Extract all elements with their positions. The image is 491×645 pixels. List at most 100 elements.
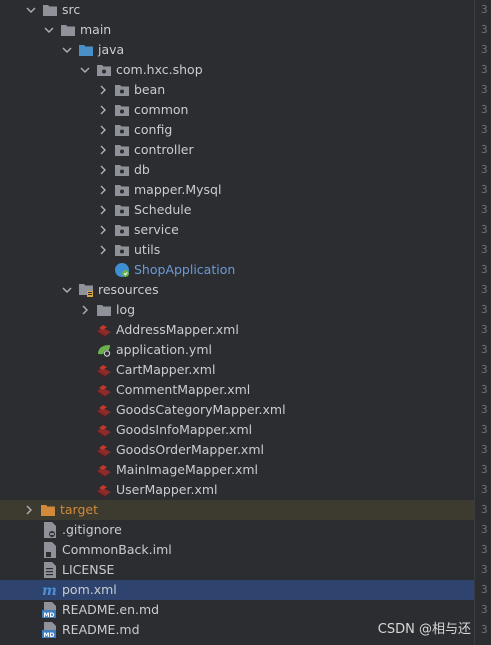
- gutter-digit: 3: [481, 323, 488, 336]
- tree-row-package-item[interactable]: Schedule: [0, 200, 474, 220]
- right-gutter: 3 3 3 3 3 3 3 3 3 3 3 3 3 3 3 3 3 3 3 3 …: [474, 0, 491, 645]
- tree-row-file[interactable]: GoodsCategoryMapper.xml: [0, 400, 474, 420]
- chevron-right-icon[interactable]: [96, 200, 110, 220]
- tree-row-package-item[interactable]: db: [0, 160, 474, 180]
- tree-row-file[interactable]: GoodsInfoMapper.xml: [0, 420, 474, 440]
- chevron-down-icon[interactable]: [24, 0, 38, 20]
- tree-row-file[interactable]: CommentMapper.xml: [0, 380, 474, 400]
- package-icon: [114, 122, 130, 138]
- tree-row-package[interactable]: com.hxc.shop: [0, 60, 474, 80]
- package-label: controller: [134, 142, 194, 157]
- chevron-right-icon[interactable]: [96, 140, 110, 160]
- gutter-digit: 3: [481, 123, 488, 136]
- chevron-right-icon[interactable]: [96, 100, 110, 120]
- gutter-digit: 3: [481, 203, 488, 216]
- gutter-digit: 3: [481, 423, 488, 436]
- gutter-digit: 3: [481, 583, 488, 596]
- gutter-digit: 3: [481, 403, 488, 416]
- file-label: LICENSE: [62, 562, 115, 577]
- chevron-right-icon[interactable]: [22, 500, 36, 520]
- folder-label: main: [80, 22, 112, 37]
- package-icon: [114, 142, 130, 158]
- gutter-digit: 3: [481, 443, 488, 456]
- chevron-right-icon[interactable]: [96, 180, 110, 200]
- chevron-down-icon[interactable]: [60, 280, 74, 300]
- xml-file-icon: [96, 422, 112, 438]
- tree-row-resources[interactable]: resources: [0, 280, 474, 300]
- chevron-down-icon[interactable]: [78, 60, 92, 80]
- yml-file-icon: [96, 342, 112, 358]
- tree-row-package-item[interactable]: bean: [0, 80, 474, 100]
- xml-file-icon: [96, 482, 112, 498]
- maven-icon: m: [42, 582, 58, 598]
- package-icon: [96, 62, 112, 78]
- gutter-digit: 3: [481, 563, 488, 576]
- ignore-file-icon: [42, 522, 58, 538]
- file-label: README.en.md: [62, 602, 160, 617]
- tree-row-package-item[interactable]: controller: [0, 140, 474, 160]
- package-label: com.hxc.shop: [116, 62, 203, 77]
- chevron-right-icon[interactable]: [96, 80, 110, 100]
- tree-row-main[interactable]: main: [0, 20, 474, 40]
- chevron-right-icon[interactable]: [96, 160, 110, 180]
- gutter-digit: 3: [481, 3, 488, 16]
- gutter-digit: 3: [481, 223, 488, 236]
- chevron-right-icon[interactable]: [96, 120, 110, 140]
- package-label: utils: [134, 242, 161, 257]
- gutter-digit: 3: [481, 623, 488, 636]
- svg-text:MD: MD: [44, 632, 55, 638]
- gutter-digit: 3: [481, 543, 488, 556]
- folder-label: log: [116, 302, 136, 317]
- project-tree: src main java com.hxc.shop bean common c…: [0, 0, 474, 645]
- xml-file-icon: [96, 382, 112, 398]
- file-label: CartMapper.xml: [116, 362, 216, 377]
- svg-text:MD: MD: [44, 612, 55, 618]
- tree-row-file[interactable]: LICENSE: [0, 560, 474, 580]
- tree-row-package-item[interactable]: utils: [0, 240, 474, 260]
- tree-row-file[interactable]: UserMapper.xml: [0, 480, 474, 500]
- tree-row-package-item[interactable]: service: [0, 220, 474, 240]
- file-label: GoodsOrderMapper.xml: [116, 442, 264, 457]
- tree-row-package-item[interactable]: common: [0, 100, 474, 120]
- tree-row-package-item[interactable]: config: [0, 120, 474, 140]
- tree-row-file[interactable]: MainImageMapper.xml: [0, 460, 474, 480]
- tree-row-file[interactable]: CommonBack.iml: [0, 540, 474, 560]
- chevron-down-icon[interactable]: [60, 40, 74, 60]
- gutter-digit: 3: [481, 83, 488, 96]
- folder-icon: [40, 502, 56, 518]
- tree-row-file[interactable]: AddressMapper.xml: [0, 320, 474, 340]
- tree-row-src[interactable]: src: [0, 0, 474, 20]
- tree-row-package-item[interactable]: mapper.Mysql: [0, 180, 474, 200]
- xml-file-icon: [96, 362, 112, 378]
- chevron-down-icon[interactable]: [42, 20, 56, 40]
- tree-row-file[interactable]: CartMapper.xml: [0, 360, 474, 380]
- chevron-right-icon[interactable]: [96, 220, 110, 240]
- tree-row-java[interactable]: java: [0, 40, 474, 60]
- file-label: CommentMapper.xml: [116, 382, 251, 397]
- package-label: service: [134, 222, 179, 237]
- tree-row-file-selected[interactable]: m pom.xml: [0, 580, 474, 600]
- file-label: CommonBack.iml: [62, 542, 172, 557]
- file-label: MainImageMapper.xml: [116, 462, 259, 477]
- tree-row-file[interactable]: GoodsOrderMapper.xml: [0, 440, 474, 460]
- gutter-digit: 3: [481, 103, 488, 116]
- file-label: AddressMapper.xml: [116, 322, 239, 337]
- tree-row-shop-application[interactable]: ShopApplication: [0, 260, 474, 280]
- tree-row-log[interactable]: log: [0, 300, 474, 320]
- xml-file-icon: [96, 402, 112, 418]
- iml-file-icon: [42, 542, 58, 558]
- tree-row-target[interactable]: target: [0, 500, 474, 520]
- chevron-right-icon[interactable]: [78, 300, 92, 320]
- tree-row-file[interactable]: MD README.en.md: [0, 600, 474, 620]
- package-label: Schedule: [134, 202, 192, 217]
- gutter-digit: 3: [481, 603, 488, 616]
- md-file-icon: MD: [42, 602, 58, 618]
- file-label: pom.xml: [62, 582, 117, 597]
- tree-row-file[interactable]: application.yml: [0, 340, 474, 360]
- tree-row-file[interactable]: .gitignore: [0, 520, 474, 540]
- gutter-digit: 3: [481, 523, 488, 536]
- watermark: CSDN @相与还: [377, 622, 471, 637]
- gutter-digit: 3: [481, 463, 488, 476]
- gutter-digit: 3: [481, 283, 488, 296]
- chevron-right-icon[interactable]: [96, 240, 110, 260]
